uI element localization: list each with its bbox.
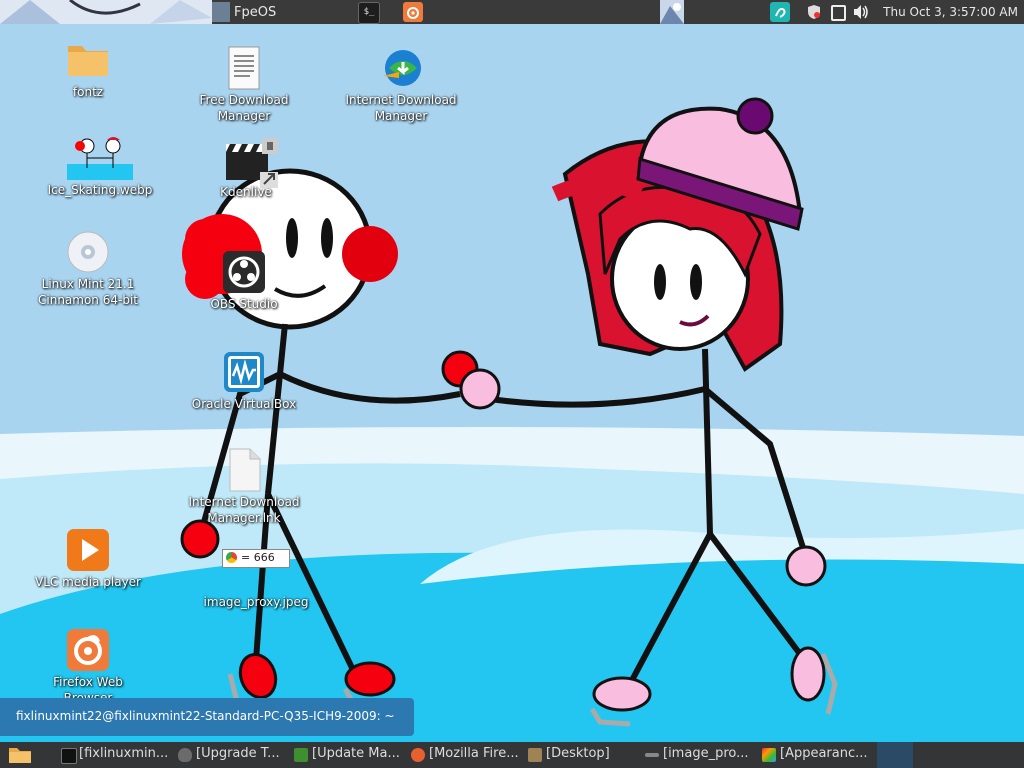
desktop-icon-vlc[interactable]: VLC media player — [28, 528, 148, 590]
taskbar-item-label: [fixlinuxmin... — [79, 746, 169, 761]
taskbar-item-firefox[interactable]: [Mozilla Fire... — [405, 742, 521, 768]
virtualbox-icon — [222, 350, 266, 394]
image-preview-tooltip: = 666 — [222, 549, 290, 568]
desktop-icon-label: Oracle VirtualBox — [191, 397, 297, 411]
desktop-icon-oracle-virtualbox[interactable]: Oracle VirtualBox — [184, 350, 304, 412]
volume-icon[interactable] — [852, 4, 870, 23]
shield-icon — [178, 748, 192, 762]
taskbar-item-label: [image_pro... — [663, 746, 749, 761]
accessibility-icon[interactable] — [770, 2, 790, 22]
obs-icon — [222, 250, 266, 294]
clapper-icon — [224, 138, 278, 188]
image-icon — [67, 132, 133, 180]
desktop-icon-label: image_proxy.jpeg — [203, 595, 309, 609]
taskbar-item-label: [Desktop] — [546, 746, 610, 761]
taskbar-item-label: [Upgrade T... — [196, 746, 280, 761]
taskbar: [fixlinuxmin... [Upgrade T... [Update Ma… — [0, 742, 1024, 768]
desktop-icon-obs-studio[interactable]: OBS Studio — [184, 250, 304, 312]
notification-text: fixlinuxmint22@fixlinuxmint22-Standard-P… — [16, 709, 395, 723]
desktop-icon-image-proxy[interactable]: image_proxy.jpeg — [196, 572, 316, 610]
desktop-icon-ice-skating[interactable]: Ice_Skating.webp — [40, 132, 160, 198]
active-app-title[interactable]: FpeOS — [234, 5, 276, 20]
taskbar-item-label: [Mozilla Fire... — [429, 746, 519, 761]
firefox-icon[interactable] — [403, 2, 423, 22]
update-shield-icon — [294, 748, 308, 762]
files-launcher-icon[interactable] — [8, 746, 32, 768]
window-icon[interactable] — [831, 5, 846, 21]
folder-icon — [66, 38, 110, 82]
firefox-icon — [411, 748, 425, 762]
image-thumbnail-icon[interactable] — [660, 0, 684, 24]
desktop-icon-internet-download-manager[interactable]: Internet Download Manager — [341, 46, 461, 124]
clock[interactable]: Thu Oct 3, 3:57:00 AM — [883, 5, 1018, 19]
desktop-icon-label: Internet Download Manager — [345, 93, 457, 123]
taskbar-item-appearance[interactable]: [Appearanc... — [756, 742, 872, 768]
desktop-icon-label: OBS Studio — [210, 297, 278, 311]
idm-icon — [379, 46, 423, 90]
desktop-icon-label: Ice_Skating.webp — [47, 183, 153, 197]
top-panel: FpeOS $_ Thu Oct 3, 3:57:00 AM — [0, 0, 1024, 24]
terminal-icon[interactable]: $_ — [358, 2, 380, 24]
disc-icon — [66, 230, 110, 274]
wallpaper-thumbnail[interactable] — [0, 0, 212, 24]
workspace-switcher[interactable] — [877, 742, 913, 768]
taskbar-item-label: [Update Ma... — [312, 746, 400, 761]
chrome-icon — [226, 552, 237, 563]
blank-file-icon — [222, 448, 266, 492]
desktop-icon-fontz[interactable]: fontz — [28, 38, 148, 100]
taskbar-item-image-viewer[interactable]: [image_pro... — [639, 742, 755, 768]
desktop-icon-free-download-manager[interactable]: Free Download Manager — [184, 46, 304, 124]
firefox-icon — [66, 628, 110, 672]
terminal-notification[interactable]: fixlinuxmint22@fixlinuxmint22-Standard-P… — [0, 698, 414, 736]
image-viewer-icon — [645, 753, 659, 757]
desktop-icon-label: Internet Download Manager.lnk — [188, 495, 300, 525]
taskbar-item-update-manager[interactable]: [Update Ma... — [288, 742, 404, 768]
desktop-icon-kdenlive[interactable]: Kdenlive — [186, 138, 306, 200]
desktop-icon-label: VLC media player — [34, 575, 141, 589]
taskbar-item-terminal[interactable]: [fixlinuxmin... — [55, 742, 171, 768]
taskbar-item-desktop[interactable]: [Desktop] — [522, 742, 638, 768]
vlc-icon — [66, 528, 110, 572]
desktop-icon-linux-mint[interactable]: Linux Mint 21.1 Cinnamon 64-bit — [28, 230, 148, 308]
taskbar-item-label: [Appearanc... — [780, 746, 868, 761]
terminal-icon — [61, 748, 77, 764]
tooltip-text: = 666 — [241, 551, 275, 564]
palette-icon — [762, 748, 776, 762]
folder-icon — [528, 748, 542, 762]
desktop-icon-label: Free Download Manager — [199, 93, 289, 123]
desktop-icon-label: fontz — [72, 85, 104, 99]
shield-icon[interactable] — [806, 4, 822, 23]
desktop-icon-label: Linux Mint 21.1 Cinnamon 64-bit — [38, 277, 138, 307]
document-icon — [222, 46, 266, 90]
desktop[interactable]: fontz Free Download Manager Internet Dow… — [0, 24, 1024, 742]
app-menu-icon[interactable] — [212, 2, 230, 22]
desktop-icon-idm-lnk[interactable]: Internet Download Manager.lnk — [184, 448, 304, 526]
desktop-icon-firefox[interactable]: Firefox Web Browser — [28, 628, 148, 706]
taskbar-item-upgrade[interactable]: [Upgrade T... — [172, 742, 288, 768]
